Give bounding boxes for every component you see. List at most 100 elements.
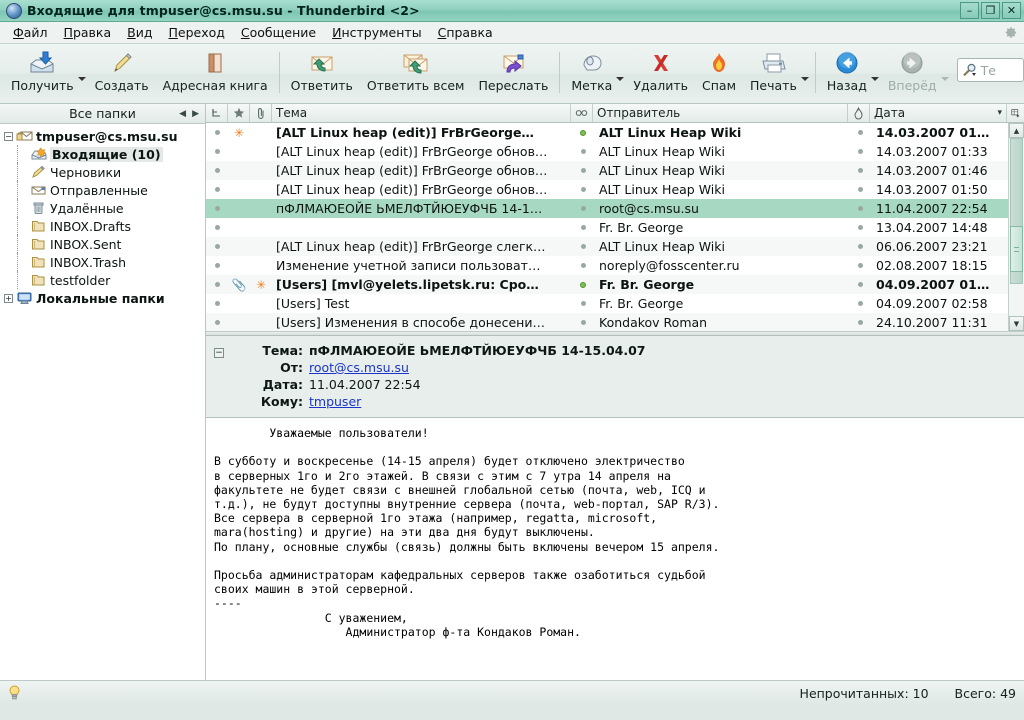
table-row[interactable]: [ALT Linux heap (edit)] FrBrGeorge слегк… bbox=[206, 237, 1008, 256]
menu-item-message[interactable]: Сообщение bbox=[233, 23, 324, 42]
close-button[interactable]: ✕ bbox=[1002, 2, 1021, 19]
lightbulb-icon[interactable] bbox=[8, 685, 21, 701]
column-header-star[interactable] bbox=[228, 104, 250, 122]
attachment-column-icon bbox=[256, 107, 266, 120]
toolbar-button-get-mail[interactable]: Получить bbox=[4, 46, 81, 103]
scrollbar-thumb[interactable] bbox=[1010, 226, 1023, 272]
menu-item-file[interactable]: Файл bbox=[5, 23, 56, 42]
header-value-to[interactable]: tmpuser bbox=[309, 393, 361, 410]
menu-item-tools[interactable]: Инструменты bbox=[324, 23, 429, 42]
row-star-cell[interactable]: ✳ bbox=[250, 279, 272, 291]
menu-item-view[interactable]: Вид bbox=[119, 23, 160, 42]
minimize-button[interactable]: – bbox=[960, 2, 979, 19]
column-header-date[interactable]: Дата ▾ bbox=[870, 104, 1007, 122]
folder-item-sent[interactable]: Отправленные bbox=[0, 181, 205, 199]
row-subject: Изменение учетной записи пользоват… bbox=[272, 258, 572, 273]
header-collapse-twisty[interactable]: − bbox=[214, 348, 224, 358]
message-list[interactable]: ✳ [ALT Linux heap (edit)] FrBrGeorge… AL… bbox=[206, 123, 1024, 331]
folder-pane-nav: ◀ ▶ bbox=[179, 109, 199, 119]
junk-dot-icon bbox=[858, 168, 863, 173]
toolbar-button-print[interactable]: Печать bbox=[743, 46, 804, 103]
junk-dot-icon bbox=[858, 320, 863, 325]
folder-item-drafts[interactable]: Черновики bbox=[0, 163, 205, 181]
table-row[interactable]: Fr. Br. George 13.04.2007 14:48 bbox=[206, 218, 1008, 237]
message-list-scrollbar[interactable]: ▲ ▼ bbox=[1008, 123, 1024, 331]
folder-item-testfolder[interactable]: testfolder bbox=[0, 271, 205, 289]
column-header-junk[interactable] bbox=[848, 104, 870, 122]
table-row[interactable]: [Users] Изменения в способе донесени… Ko… bbox=[206, 313, 1008, 331]
row-subject: [ALT Linux heap (edit)] FrBrGeorge… bbox=[272, 125, 572, 140]
toolbar-button-address-book[interactable]: Адресная книга bbox=[156, 46, 275, 103]
junk-dot-icon bbox=[858, 130, 863, 135]
table-row[interactable]: [Users] Test Fr. Br. George 04.09.2007 0… bbox=[206, 294, 1008, 313]
toolbar-button-delete[interactable]: Удалить bbox=[626, 46, 695, 103]
column-header-thread[interactable] bbox=[206, 104, 228, 122]
column-header-read[interactable] bbox=[571, 104, 593, 122]
column-header-sender[interactable]: Отправитель bbox=[593, 104, 848, 122]
table-row[interactable]: [ALT Linux heap (edit)] FrBrGeorge обнов… bbox=[206, 142, 1008, 161]
row-thread-cell bbox=[206, 282, 228, 287]
gear-icon[interactable] bbox=[1003, 25, 1018, 40]
main-toolbar: Получить Создать Адресная книга bbox=[0, 44, 1024, 104]
toolbar-button-junk[interactable]: Спам bbox=[695, 46, 743, 103]
scrollbar-grip bbox=[1014, 247, 1019, 252]
account-mail-icon bbox=[16, 129, 33, 144]
table-row[interactable]: пФЛМАЮЕОЙЕ ЬМЕЛФТЙЮЕУФЧБ 14-1… root@cs.m… bbox=[206, 199, 1008, 218]
menu-item-go[interactable]: Переход bbox=[160, 23, 232, 42]
column-picker-button[interactable] bbox=[1007, 104, 1024, 122]
chevron-left-icon[interactable]: ◀ bbox=[179, 109, 186, 119]
toolbar-button-reply[interactable]: Ответить bbox=[284, 46, 360, 103]
message-body[interactable]: Уважаемые пользователи! В субботу и воск… bbox=[206, 418, 1024, 680]
forward-icon bbox=[499, 50, 527, 76]
folder-item-trash[interactable]: Удалённые bbox=[0, 199, 205, 217]
folder-item-inbox-sent[interactable]: INBOX.Sent bbox=[0, 235, 205, 253]
table-row[interactable]: [ALT Linux heap (edit)] FrBrGeorge обнов… bbox=[206, 161, 1008, 180]
table-row[interactable]: Изменение учетной записи пользоват… nore… bbox=[206, 256, 1008, 275]
restore-button[interactable]: ❐ bbox=[981, 2, 1000, 19]
header-row-to: Кому: tmpuser bbox=[206, 393, 1024, 410]
folder-label-drafts: Черновики bbox=[50, 165, 121, 180]
menu-item-edit[interactable]: Правка bbox=[56, 23, 120, 42]
star-column-icon bbox=[233, 107, 245, 119]
menu-item-help[interactable]: Справка bbox=[430, 23, 501, 42]
row-read-cell bbox=[572, 225, 594, 230]
toolbar-label-back: Назад bbox=[827, 78, 867, 93]
search-input[interactable]: Те bbox=[957, 58, 1024, 82]
folder-label-inbox-drafts: INBOX.Drafts bbox=[50, 219, 131, 234]
folder-item-local-folders[interactable]: + Локальные папки bbox=[0, 289, 205, 307]
scrollbar-track[interactable] bbox=[1009, 138, 1024, 316]
row-read-cell bbox=[572, 263, 594, 268]
column-header-attachment[interactable] bbox=[250, 104, 272, 122]
row-star-cell[interactable]: ✳ bbox=[228, 127, 250, 139]
column-header-subject[interactable]: Тема bbox=[272, 104, 571, 122]
scroll-down-arrow-icon[interactable]: ▼ bbox=[1009, 316, 1024, 331]
table-row[interactable]: 📎 ✳ [Users] [mvl@yelets.lipetsk.ru: Сро…… bbox=[206, 275, 1008, 294]
table-row[interactable]: ✳ [ALT Linux heap (edit)] FrBrGeorge… AL… bbox=[206, 123, 1008, 142]
read-dot-icon bbox=[581, 301, 586, 306]
folder-item-inbox-drafts[interactable]: INBOX.Drafts bbox=[0, 217, 205, 235]
row-subject: [ALT Linux heap (edit)] FrBrGeorge слегк… bbox=[272, 239, 572, 254]
row-subject: [Users] Изменения в способе донесени… bbox=[272, 315, 572, 330]
message-rows: ✳ [ALT Linux heap (edit)] FrBrGeorge… AL… bbox=[206, 123, 1008, 331]
get-mail-icon bbox=[29, 50, 55, 76]
twisty-expand-icon[interactable]: + bbox=[4, 294, 13, 303]
chevron-right-icon[interactable]: ▶ bbox=[192, 109, 199, 119]
toolbar-button-compose[interactable]: Создать bbox=[88, 46, 156, 103]
toolbar-button-back[interactable]: Назад bbox=[820, 46, 874, 103]
toolbar-button-reply-all[interactable]: Ответить всем bbox=[360, 46, 472, 103]
folder-item-account[interactable]: − tmpuser@cs.msu.su bbox=[0, 127, 205, 145]
toolbar-button-forward[interactable]: Переслать bbox=[471, 46, 555, 103]
row-date: 02.08.2007 18:15 bbox=[871, 258, 1008, 273]
star-flag-icon[interactable]: ✳ bbox=[256, 279, 266, 291]
scroll-up-arrow-icon[interactable]: ▲ bbox=[1009, 123, 1024, 138]
folder-item-inbox[interactable]: Входящие (10) bbox=[0, 145, 205, 163]
table-row[interactable]: [ALT Linux heap (edit)] FrBrGeorge обнов… bbox=[206, 180, 1008, 199]
junk-dot-icon bbox=[858, 149, 863, 154]
forward-arrow-icon bbox=[899, 50, 925, 76]
column-label-subject: Тема bbox=[276, 106, 307, 120]
folder-item-inbox-trash[interactable]: INBOX.Trash bbox=[0, 253, 205, 271]
star-flag-icon[interactable]: ✳ bbox=[234, 127, 244, 139]
twisty-collapse-icon[interactable]: − bbox=[4, 132, 13, 141]
toolbar-button-tag[interactable]: Метка bbox=[564, 46, 619, 103]
header-value-from[interactable]: root@cs.msu.su bbox=[309, 359, 409, 376]
